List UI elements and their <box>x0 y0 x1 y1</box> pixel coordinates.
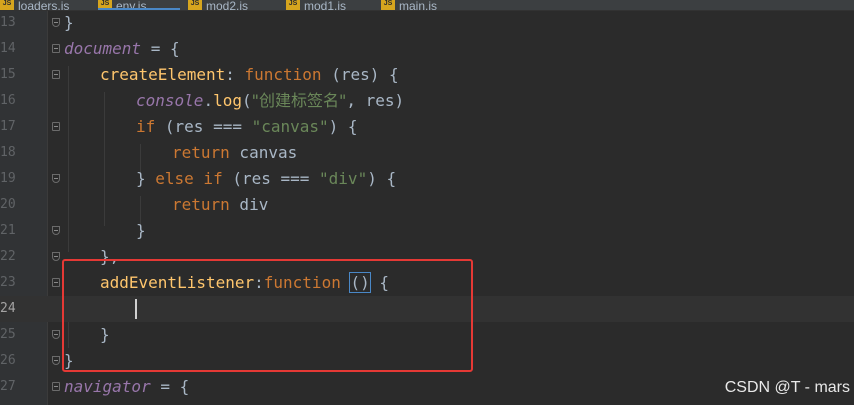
code-text: } <box>64 13 74 32</box>
line-number: 21 <box>0 223 16 238</box>
code-line-15: 15 createElement: function (res) { <box>0 62 854 88</box>
line-number: 13 <box>0 15 16 30</box>
code-text: return div <box>172 195 269 214</box>
code-line-19: 19 } else if (res === "div") { <box>0 166 854 192</box>
line-number: 18 <box>0 145 16 160</box>
line-number: 26 <box>0 353 16 368</box>
fold-start-icon[interactable] <box>52 278 60 287</box>
tab-label: env.js <box>116 0 147 10</box>
code-text: console.log("创建标签名", res) <box>136 91 405 110</box>
fold-end-icon[interactable] <box>52 174 60 183</box>
red-annotation-box <box>62 259 473 372</box>
line-number: 27 <box>0 379 16 394</box>
editor-tab-bar: JS loaders.js JS env.js JS mod2.js JS mo… <box>0 0 854 10</box>
line-number: 25 <box>0 327 16 342</box>
code-text: return canvas <box>172 143 298 162</box>
js-file-icon: JS <box>286 0 300 10</box>
line-number: 15 <box>0 67 16 82</box>
tab-main-js[interactable]: JS main.js <box>381 0 437 10</box>
tab-label: mod1.js <box>304 0 347 10</box>
fold-end-icon[interactable] <box>52 226 60 235</box>
line-number: 23 <box>0 275 16 290</box>
tab-env-js[interactable]: JS env.js <box>98 0 180 10</box>
code-line-18: 18 return canvas <box>0 140 854 166</box>
tab-mod2-js[interactable]: JS mod2.js <box>188 0 248 10</box>
code-line-20: 20 return div <box>0 192 854 218</box>
line-number: 19 <box>0 171 16 186</box>
line-number: 16 <box>0 93 16 108</box>
code-line-17: 17 if (res === "canvas") { <box>0 114 854 140</box>
code-text: } <box>136 221 146 240</box>
code-text: createElement: function (res) { <box>100 65 399 84</box>
fold-start-icon[interactable] <box>52 44 60 53</box>
line-number: 22 <box>0 249 16 264</box>
code-text: if (res === "canvas") { <box>136 117 358 136</box>
code-text: navigator = { <box>64 377 190 396</box>
fold-start-icon[interactable] <box>52 382 60 391</box>
tab-label: mod2.js <box>206 0 249 10</box>
line-number: 24 <box>0 301 16 316</box>
line-number: 20 <box>0 197 16 212</box>
line-number: 17 <box>0 119 16 134</box>
fold-end-icon[interactable] <box>52 252 60 261</box>
js-file-icon: JS <box>98 0 112 10</box>
code-line-14: 14 document = { <box>0 36 854 62</box>
code-line-21: 21 } <box>0 218 854 244</box>
tab-label: main.js <box>399 0 438 10</box>
tab-label: loaders.js <box>18 0 70 10</box>
code-text: document = { <box>64 39 180 58</box>
fold-end-icon[interactable] <box>52 330 60 339</box>
tab-mod1-js[interactable]: JS mod1.js <box>286 0 346 10</box>
code-line-13: 13 } <box>0 10 854 36</box>
js-file-icon: JS <box>188 0 202 10</box>
fold-start-icon[interactable] <box>52 122 60 131</box>
csdn-watermark: CSDN @T - mars <box>724 379 850 396</box>
js-file-icon: JS <box>381 0 395 10</box>
js-file-icon: JS <box>0 0 14 10</box>
fold-end-icon[interactable] <box>52 356 60 365</box>
fold-end-icon[interactable] <box>52 18 60 27</box>
code-text: } else if (res === "div") { <box>136 169 397 188</box>
code-line-16: 16 console.log("创建标签名", res) <box>0 88 854 114</box>
tab-loaders-js[interactable]: JS loaders.js <box>0 0 69 10</box>
line-number: 14 <box>0 41 16 56</box>
fold-start-icon[interactable] <box>52 70 60 79</box>
